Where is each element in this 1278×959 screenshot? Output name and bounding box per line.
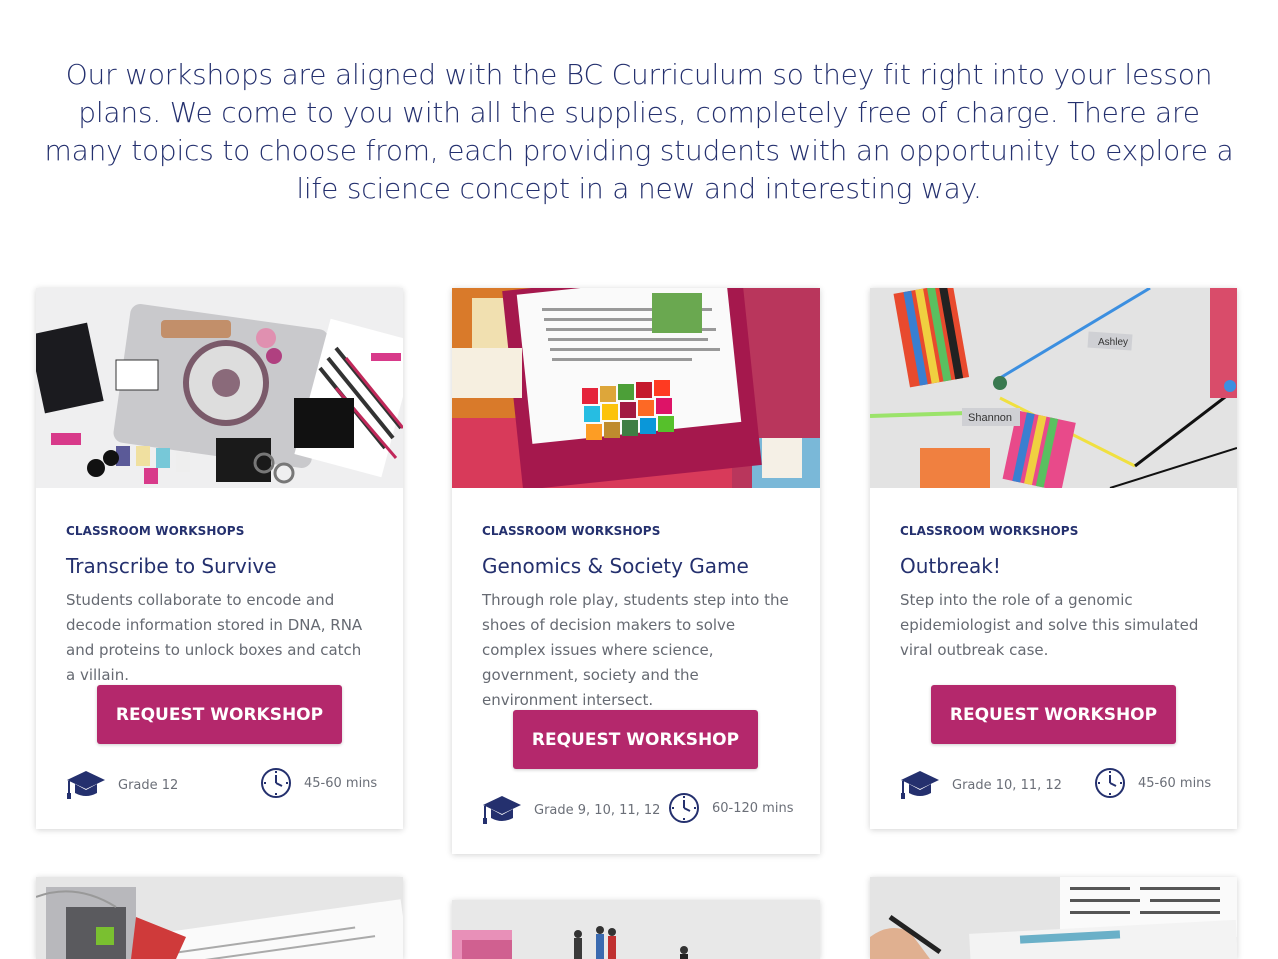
workshop-card-partial[interactable] xyxy=(452,900,820,959)
workshop-card-partial[interactable] xyxy=(870,877,1237,959)
card-description: Students collaborate to encode and decod… xyxy=(66,591,363,684)
graduation-cap-icon xyxy=(900,769,940,801)
grade-info: Grade 9, 10, 11, 12 xyxy=(482,794,660,826)
workshop-image-people xyxy=(452,900,820,959)
card-category: CLASSROOM WORKSHOPS xyxy=(900,524,1079,538)
duration-info: 45-60 mins xyxy=(1094,767,1211,799)
request-workshop-button[interactable]: REQUEST WORKSHOP xyxy=(97,685,342,744)
duration-text: 45-60 mins xyxy=(1138,775,1212,791)
workshop-image-outbreak: Ashley Shannon xyxy=(870,288,1237,488)
workshop-card: Ashley Shannon CLASSROOM WORKSHOPS Outbr… xyxy=(870,288,1237,829)
card-description: Step into the role of a genomic epidemio… xyxy=(900,591,1199,659)
duration-info: 60-120 mins xyxy=(668,792,793,824)
workshop-image-transcribe xyxy=(36,288,403,488)
grade-text: Grade 9, 10, 11, 12 xyxy=(534,802,661,818)
clock-icon xyxy=(1094,767,1126,799)
grade-info: Grade 10, 11, 12 xyxy=(900,769,1062,801)
request-workshop-button[interactable]: REQUEST WORKSHOP xyxy=(931,685,1176,744)
image-label-shannon: Shannon xyxy=(968,412,1012,424)
grade-text: Grade 10, 11, 12 xyxy=(952,777,1062,793)
card-category: CLASSROOM WORKSHOPS xyxy=(66,524,245,538)
card-title[interactable]: Transcribe to Survive xyxy=(66,554,373,580)
duration-info: 45-60 mins xyxy=(260,767,377,799)
workshop-card-partial[interactable] xyxy=(36,877,403,959)
card-title[interactable]: Outbreak! xyxy=(900,554,1207,580)
graduation-cap-icon xyxy=(482,794,522,826)
card-description: Through role play, students step into th… xyxy=(482,591,789,709)
workshop-image-genomics xyxy=(452,288,820,488)
workshop-image-worksheet xyxy=(870,877,1237,959)
card-title[interactable]: Genomics & Society Game xyxy=(482,554,790,580)
workshop-card: CLASSROOM WORKSHOPS Transcribe to Surviv… xyxy=(36,288,403,829)
workshop-image-robotics xyxy=(36,877,403,959)
duration-text: 45-60 mins xyxy=(304,775,378,791)
duration-text: 60-120 mins xyxy=(712,800,794,816)
grade-info: Grade 12 xyxy=(66,769,178,801)
card-category: CLASSROOM WORKSHOPS xyxy=(482,524,661,538)
workshop-card: CLASSROOM WORKSHOPS Genomics & Society G… xyxy=(452,288,820,854)
clock-icon xyxy=(668,792,700,824)
image-label-ashley: Ashley xyxy=(1098,337,1128,348)
graduation-cap-icon xyxy=(66,769,106,801)
grade-text: Grade 12 xyxy=(118,777,179,793)
intro-text: Our workshops are aligned with the BC Cu… xyxy=(44,58,1234,205)
clock-icon xyxy=(260,767,292,799)
request-workshop-button[interactable]: REQUEST WORKSHOP xyxy=(513,710,758,769)
